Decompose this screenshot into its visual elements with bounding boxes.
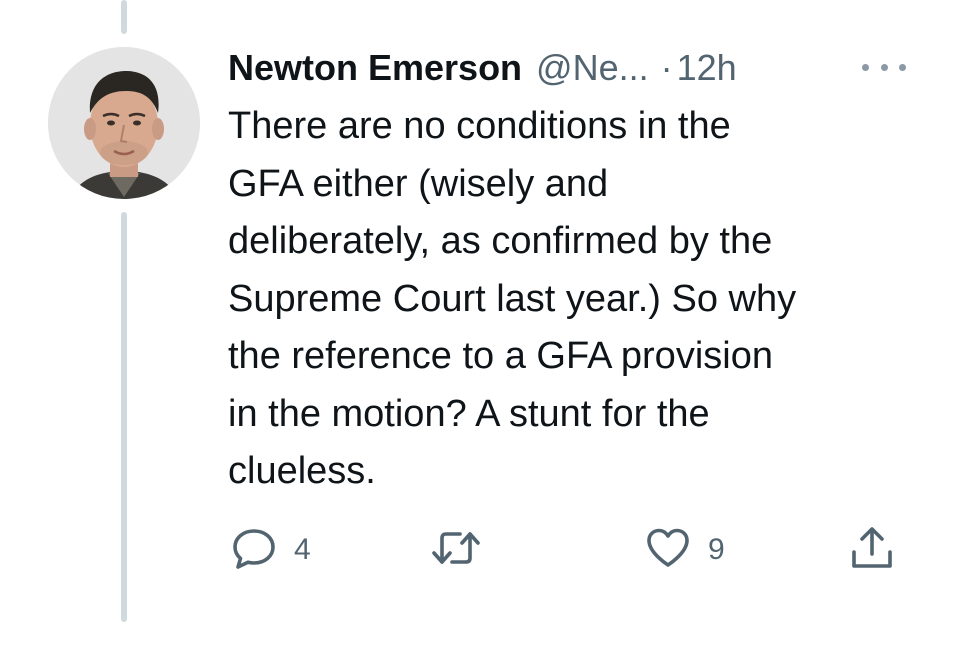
- retweet-arrows-icon: [428, 522, 484, 579]
- more-dots-icon[interactable]: [862, 55, 906, 79]
- like-count: 9: [708, 533, 725, 566]
- retweet-button[interactable]: [428, 522, 498, 578]
- header-separator: ·: [660, 47, 673, 88]
- avatar-photo: [48, 47, 200, 199]
- heart-icon: [642, 522, 694, 579]
- author-name[interactable]: Newton Emerson: [228, 44, 522, 92]
- reply-button[interactable]: 4: [228, 522, 311, 578]
- more-dot: [880, 63, 888, 71]
- author-handle[interactable]: @Ne...: [536, 44, 649, 92]
- speech-bubble-icon: [228, 522, 280, 579]
- tweet-text: There are no conditions in the GFA eithe…: [228, 105, 797, 492]
- share-upload-icon: [846, 522, 898, 579]
- avatar[interactable]: [48, 47, 200, 199]
- reply-count: 4: [294, 533, 311, 566]
- like-button[interactable]: 9: [642, 522, 725, 578]
- share-button[interactable]: [846, 522, 898, 578]
- tweet-header: Newton Emerson @Ne... · 12h: [228, 44, 737, 92]
- thread-line-top: [121, 0, 127, 34]
- more-dot: [862, 63, 869, 71]
- more-dot: [899, 63, 906, 71]
- tweet[interactable]: Newton Emerson @Ne... · 12h There are no…: [0, 0, 960, 648]
- tweet-timestamp[interactable]: 12h: [677, 44, 737, 92]
- tweet-actions: 4 9: [228, 522, 908, 578]
- thread-line-bottom: [121, 212, 127, 622]
